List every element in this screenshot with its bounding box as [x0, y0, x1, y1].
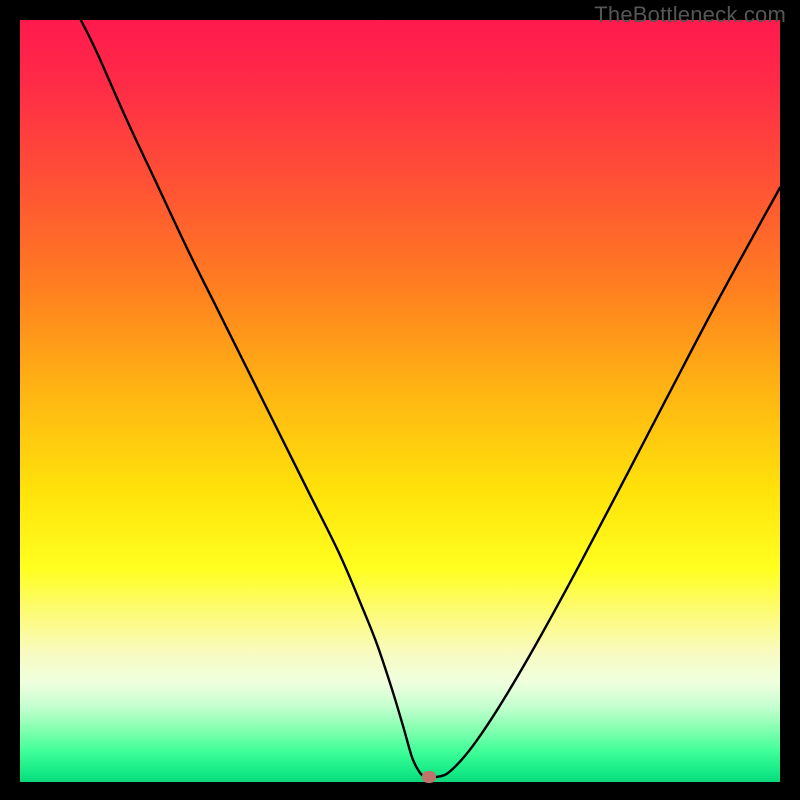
- chart-frame: TheBottleneck.com: [0, 0, 800, 800]
- watermark-text: TheBottleneck.com: [594, 2, 786, 28]
- curve-path: [81, 20, 780, 777]
- bottleneck-curve: [20, 20, 780, 782]
- optimal-point-marker: [422, 771, 436, 783]
